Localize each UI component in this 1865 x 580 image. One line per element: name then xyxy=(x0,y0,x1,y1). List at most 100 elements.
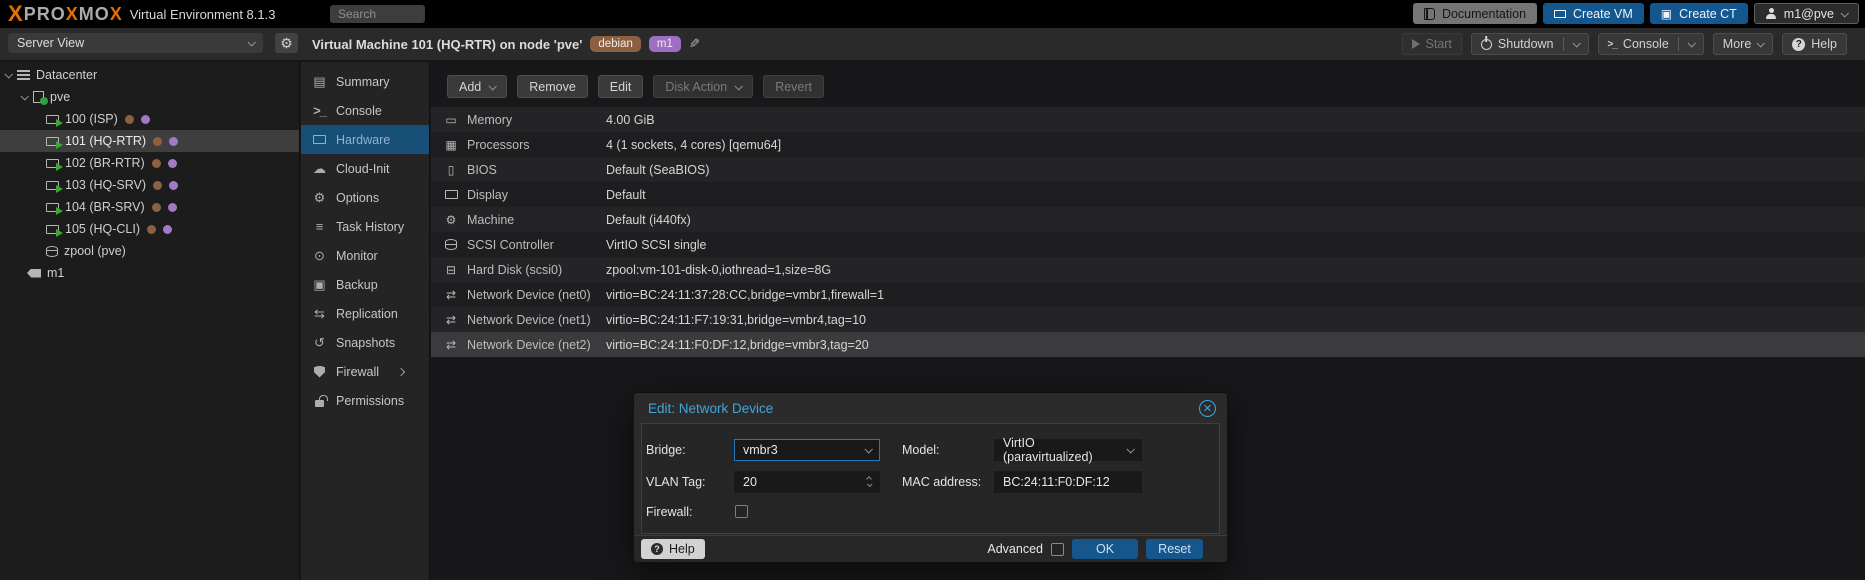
console-label: Console xyxy=(1623,37,1669,51)
add-label: Add xyxy=(459,80,481,94)
revert-button[interactable]: Revert xyxy=(763,75,824,98)
tree-item-pve[interactable]: pve xyxy=(0,86,299,108)
chip-icon: ▯ xyxy=(443,163,459,177)
table-row-memory[interactable]: ▭ Memory 4.00 GiB xyxy=(431,107,1865,132)
search-input[interactable] xyxy=(330,5,425,23)
start-button[interactable]: Start xyxy=(1402,33,1462,55)
bridge-value: vmbr3 xyxy=(743,443,778,457)
table-row-net1[interactable]: ⇄ Network Device (net1) virtio=BC:24:11:… xyxy=(431,307,1865,332)
tag-dot-debian xyxy=(153,181,162,190)
vm-menu: ▤ Summary >_ Console Hardware ☁ Cloud-In… xyxy=(301,62,430,580)
table-row-processors[interactable]: ▦ Processors 4 (1 sockets, 4 cores) [qem… xyxy=(431,132,1865,157)
tree-item-vm-102[interactable]: 102 (BR-RTR) xyxy=(0,152,299,174)
chevron-down-icon xyxy=(1840,9,1848,17)
chevron-down-icon[interactable] xyxy=(1687,39,1695,47)
menu-item-hardware[interactable]: Hardware xyxy=(301,125,429,154)
firewall-checkbox[interactable] xyxy=(735,505,748,518)
table-row-net2[interactable]: ⇄ Network Device (net2) virtio=BC:24:11:… xyxy=(431,332,1865,357)
help-button-top[interactable]: ? Help xyxy=(1782,33,1847,55)
menu-label: Console xyxy=(336,104,382,118)
reset-button[interactable]: Reset xyxy=(1146,539,1203,559)
table-row-scsi-controller[interactable]: SCSI Controller VirtIO SCSI single xyxy=(431,232,1865,257)
tree-item-label: m1 xyxy=(47,266,64,280)
tree-item-vm-100[interactable]: 100 (ISP) xyxy=(0,108,299,130)
disk-action-button[interactable]: Disk Action xyxy=(653,75,753,98)
documentation-button[interactable]: Documentation xyxy=(1413,3,1537,24)
row-value: VirtIO SCSI single xyxy=(606,238,707,252)
more-button[interactable]: More xyxy=(1713,33,1773,55)
vm-running-icon xyxy=(46,225,59,234)
tree-item-tag-m1[interactable]: m1 xyxy=(0,262,299,284)
vlan-tag-spinner[interactable]: 20 xyxy=(734,471,880,493)
view-selector[interactable]: Server View xyxy=(8,33,263,53)
table-row-net0[interactable]: ⇄ Network Device (net0) virtio=BC:24:11:… xyxy=(431,282,1865,307)
chevron-down-icon[interactable] xyxy=(1572,39,1580,47)
advanced-checkbox[interactable] xyxy=(1051,543,1064,556)
tree-item-vm-101[interactable]: 101 (HQ-RTR) xyxy=(0,130,299,152)
chevron-down-icon[interactable] xyxy=(20,92,28,100)
console-button[interactable]: >_ Console xyxy=(1598,33,1704,55)
ok-button[interactable]: OK xyxy=(1072,539,1138,559)
tree-settings-button[interactable]: ⚙ xyxy=(275,33,298,53)
remove-button[interactable]: Remove xyxy=(517,75,588,98)
model-combobox[interactable]: VirtIO (paravirtualized) xyxy=(994,439,1142,461)
menu-item-task-history[interactable]: ≡ Task History xyxy=(301,212,429,241)
logo-text: PRO xyxy=(24,5,66,23)
spinner-arrows-icon[interactable] xyxy=(867,477,871,487)
menu-item-monitor[interactable]: ⊙ Monitor xyxy=(301,241,429,270)
question-icon: ? xyxy=(1792,38,1805,51)
menu-item-replication[interactable]: ⇆ Replication xyxy=(301,299,429,328)
datacenter-icon xyxy=(17,70,30,81)
tree-item-vm-105[interactable]: 105 (HQ-CLI) xyxy=(0,218,299,240)
row-value: 4 (1 sockets, 4 cores) [qemu64] xyxy=(606,138,781,152)
tree-item-vm-104[interactable]: 104 (BR-SRV) xyxy=(0,196,299,218)
vm-running-icon xyxy=(46,203,59,212)
row-value: virtio=BC:24:11:37:28:CC,bridge=vmbr1,fi… xyxy=(606,288,884,302)
tag-dot-debian xyxy=(152,159,161,168)
edit-network-device-dialog: Edit: Network Device ✕ Bridge: vmbr3 Mod… xyxy=(633,392,1228,563)
page-title: Virtual Machine 101 (HQ-RTR) on node 'pv… xyxy=(312,37,582,52)
menu-item-firewall[interactable]: Firewall xyxy=(301,357,429,386)
menu-item-snapshots[interactable]: ↺ Snapshots xyxy=(301,328,429,357)
chevron-down-icon[interactable] xyxy=(1126,445,1134,453)
dialog-header[interactable]: Edit: Network Device ✕ xyxy=(634,393,1227,423)
dialog-help-button[interactable]: ? Help xyxy=(641,539,705,559)
create-vm-label: Create VM xyxy=(1573,7,1633,21)
menu-label: Permissions xyxy=(336,394,404,408)
chevron-down-icon[interactable] xyxy=(4,70,12,78)
menu-item-permissions[interactable]: Permissions xyxy=(301,386,429,415)
more-label: More xyxy=(1723,37,1751,51)
mac-address-input[interactable]: BC:24:11:F0:DF:12 xyxy=(994,471,1142,493)
tree-item-zpool[interactable]: zpool (pve) xyxy=(0,240,299,262)
add-button[interactable]: Add xyxy=(447,75,507,98)
row-label: Memory xyxy=(467,113,606,127)
menu-item-cloud-init[interactable]: ☁ Cloud-Init xyxy=(301,154,429,183)
table-row-display[interactable]: Display Default xyxy=(431,182,1865,207)
tag-badge-m1: m1 xyxy=(649,36,681,52)
menu-item-console[interactable]: >_ Console xyxy=(301,96,429,125)
close-icon[interactable]: ✕ xyxy=(1199,400,1216,417)
edit-button[interactable]: Edit xyxy=(598,75,644,98)
product-version: Virtual Environment 8.1.3 xyxy=(130,7,276,22)
shutdown-button[interactable]: Shutdown xyxy=(1471,33,1589,55)
table-row-machine[interactable]: ⚙ Machine Default (i440fx) xyxy=(431,207,1865,232)
bridge-combobox[interactable]: vmbr3 xyxy=(734,439,880,461)
create-vm-button[interactable]: Create VM xyxy=(1543,3,1644,24)
user-menu-button[interactable]: m1@pve xyxy=(1754,3,1859,24)
edit-tags-icon[interactable]: ✎ xyxy=(689,36,700,52)
tree-item-vm-103[interactable]: 103 (HQ-SRV) xyxy=(0,174,299,196)
menu-label: Cloud-Init xyxy=(336,162,390,176)
table-row-bios[interactable]: ▯ BIOS Default (SeaBIOS) xyxy=(431,157,1865,182)
model-value: VirtIO (paravirtualized) xyxy=(1003,436,1127,464)
menu-item-backup[interactable]: ▣ Backup xyxy=(301,270,429,299)
row-label: SCSI Controller xyxy=(467,238,606,252)
tree-item-datacenter[interactable]: Datacenter xyxy=(0,64,299,86)
menu-item-options[interactable]: ⚙ Options xyxy=(301,183,429,212)
shield-icon xyxy=(312,366,327,378)
chevron-down-icon xyxy=(735,82,743,90)
create-ct-button[interactable]: ▣ Create CT xyxy=(1650,3,1748,24)
chevron-down-icon[interactable] xyxy=(864,445,872,453)
gears-icon: ⚙ xyxy=(443,213,459,227)
table-row-hard-disk[interactable]: ⊟ Hard Disk (scsi0) zpool:vm-101-disk-0,… xyxy=(431,257,1865,282)
menu-item-summary[interactable]: ▤ Summary xyxy=(301,67,429,96)
